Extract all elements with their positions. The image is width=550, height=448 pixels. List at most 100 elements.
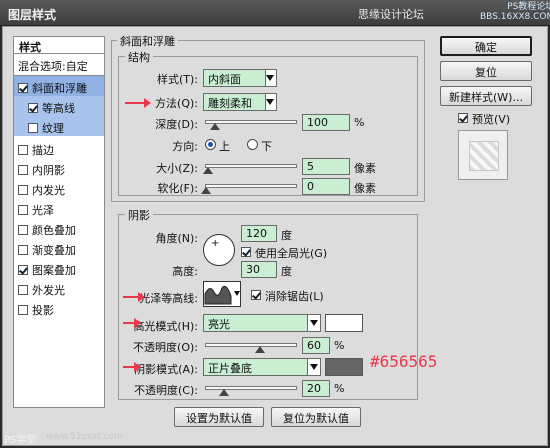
style-item-outer-glow[interactable]: 外发光: [14, 278, 104, 298]
global-light-label: 使用全局光(G): [255, 247, 328, 260]
shadow-opacity-label: 不透明度(C):: [134, 384, 198, 397]
shadow-color-swatch[interactable]: [325, 358, 363, 376]
slider-thumb[interactable]: [202, 167, 213, 174]
style-item-label: 内阴影: [32, 163, 65, 177]
altitude-input[interactable]: 30: [241, 261, 277, 278]
inner-glow-checkbox[interactable]: [18, 184, 28, 195]
highlight-opacity-input[interactable]: 60: [302, 337, 330, 354]
highlight-mode-value: 亮光: [204, 315, 308, 331]
shadow-opacity-input[interactable]: 20: [302, 380, 330, 397]
footer-url: www.52psxt.com: [46, 432, 123, 442]
chevron-down-icon: [310, 364, 318, 370]
style-item-satin[interactable]: 光泽: [14, 198, 104, 218]
preview-checkbox[interactable]: [458, 113, 468, 123]
pattern-overlay-checkbox[interactable]: [18, 264, 28, 275]
slider-thumb[interactable]: [255, 346, 265, 353]
size-input[interactable]: 5: [302, 158, 350, 175]
preview-thumbnail: [458, 130, 508, 180]
soften-slider[interactable]: [201, 184, 297, 194]
annotation-arrow: [123, 292, 145, 302]
style-item-stroke[interactable]: 描边: [14, 138, 104, 158]
size-slider[interactable]: [202, 164, 297, 174]
texture-checkbox[interactable]: [28, 122, 38, 133]
styles-list: 斜面和浮雕 等高线 纹理 描边 内阴影 内发光 光泽 颜色叠加 渐变叠加 图案叠…: [13, 76, 105, 408]
style-item-inner-shadow[interactable]: 内阴影: [14, 158, 104, 178]
soften-input[interactable]: 0: [302, 178, 350, 195]
style-item-label: 图案叠加: [32, 263, 76, 277]
color-overlay-checkbox[interactable]: [18, 224, 28, 235]
soften-label: 软化(F):: [157, 182, 198, 195]
style-item-label: 颜色叠加: [32, 223, 76, 237]
ok-button[interactable]: 确定: [440, 36, 532, 56]
style-dropdown[interactable]: 内斜面: [203, 69, 277, 87]
shading-title: 阴影: [125, 207, 153, 223]
watermark-site-line-2: BBS.16XX8.COM: [480, 12, 550, 22]
outer-glow-checkbox[interactable]: [18, 284, 28, 295]
reset-default-button[interactable]: 复位为默认值: [271, 407, 361, 427]
direction-down-radio[interactable]: [247, 139, 258, 150]
style-item-gradient-overlay[interactable]: 渐变叠加: [14, 238, 104, 258]
style-item-label: 外发光: [32, 283, 65, 297]
highlight-color-swatch[interactable]: [325, 314, 363, 332]
bevel-checkbox[interactable]: [18, 82, 28, 93]
technique-dropdown-value: 雕刻柔和: [204, 94, 266, 110]
shadow-mode-dropdown[interactable]: 正片叠底: [203, 358, 321, 376]
angle-label: 角度(N):: [155, 232, 198, 245]
angle-unit: 度: [281, 229, 292, 242]
inner-shadow-checkbox[interactable]: [18, 164, 28, 175]
depth-unit: %: [354, 116, 365, 129]
shadow-color-annotation: #656565: [370, 352, 438, 371]
slider-thumb[interactable]: [210, 123, 220, 130]
contour-checkbox[interactable]: [28, 102, 38, 113]
style-item-texture[interactable]: 纹理: [14, 116, 104, 136]
set-default-button[interactable]: 设置为默认值: [174, 407, 264, 427]
angle-dial[interactable]: +: [203, 234, 235, 266]
style-item-drop-shadow[interactable]: 投影: [14, 298, 104, 318]
reset-button[interactable]: 复位: [440, 61, 532, 81]
slider-thumb[interactable]: [219, 389, 229, 396]
depth-label: 深度(D):: [155, 118, 198, 131]
shadow-opacity-slider[interactable]: [205, 386, 297, 396]
style-item-contour[interactable]: 等高线: [14, 96, 104, 116]
angle-input[interactable]: 120: [241, 225, 277, 242]
style-item-label: 投影: [32, 303, 54, 317]
satin-checkbox[interactable]: [18, 204, 28, 215]
style-item-label: 纹理: [42, 121, 64, 135]
drop-shadow-checkbox[interactable]: [18, 304, 28, 315]
new-style-button[interactable]: 新建样式(W)...: [440, 86, 532, 106]
styles-header[interactable]: 样式: [13, 36, 105, 54]
blending-options-item[interactable]: 混合选项:自定: [13, 54, 105, 76]
watermark-site-line-1: PS教程论坛: [507, 2, 550, 12]
soften-unit: 像素: [354, 182, 376, 195]
size-label: 大小(Z):: [156, 162, 198, 175]
technique-dropdown[interactable]: 雕刻柔和: [203, 93, 277, 111]
global-light-checkbox[interactable]: [241, 247, 251, 257]
chevron-down-icon: [310, 320, 318, 326]
crosshair-icon: +: [211, 238, 220, 249]
watermark-text: 思缘设计论坛: [358, 8, 424, 21]
annotation-arrow: [125, 98, 151, 108]
altitude-unit: 度: [281, 265, 292, 278]
direction-up-radio[interactable]: [205, 139, 216, 150]
gloss-contour-picker[interactable]: [203, 281, 241, 307]
style-item-pattern-overlay[interactable]: 图案叠加: [14, 258, 104, 278]
style-item-bevel-emboss[interactable]: 斜面和浮雕: [14, 76, 104, 96]
highlight-mode-dropdown[interactable]: 亮光: [203, 314, 321, 332]
slider-thumb[interactable]: [201, 187, 211, 194]
style-item-inner-glow[interactable]: 内发光: [14, 178, 104, 198]
chevron-down-icon: [234, 291, 240, 296]
style-item-label: 描边: [32, 143, 54, 157]
annotation-arrow: [123, 362, 141, 372]
highlight-opacity-slider[interactable]: [205, 343, 297, 353]
gradient-overlay-checkbox[interactable]: [18, 244, 28, 255]
style-item-color-overlay[interactable]: 颜色叠加: [14, 218, 104, 238]
direction-up-label: 上: [219, 140, 230, 153]
style-dropdown-value: 内斜面: [204, 70, 266, 86]
style-item-label: 等高线: [42, 101, 75, 115]
preview-label: 预览(V): [472, 113, 511, 126]
depth-input[interactable]: 100: [302, 114, 350, 131]
footer-logo-text: PS学堂: [4, 435, 37, 446]
antialias-checkbox[interactable]: [251, 290, 261, 300]
stroke-checkbox[interactable]: [18, 144, 28, 155]
depth-slider[interactable]: [205, 120, 297, 130]
